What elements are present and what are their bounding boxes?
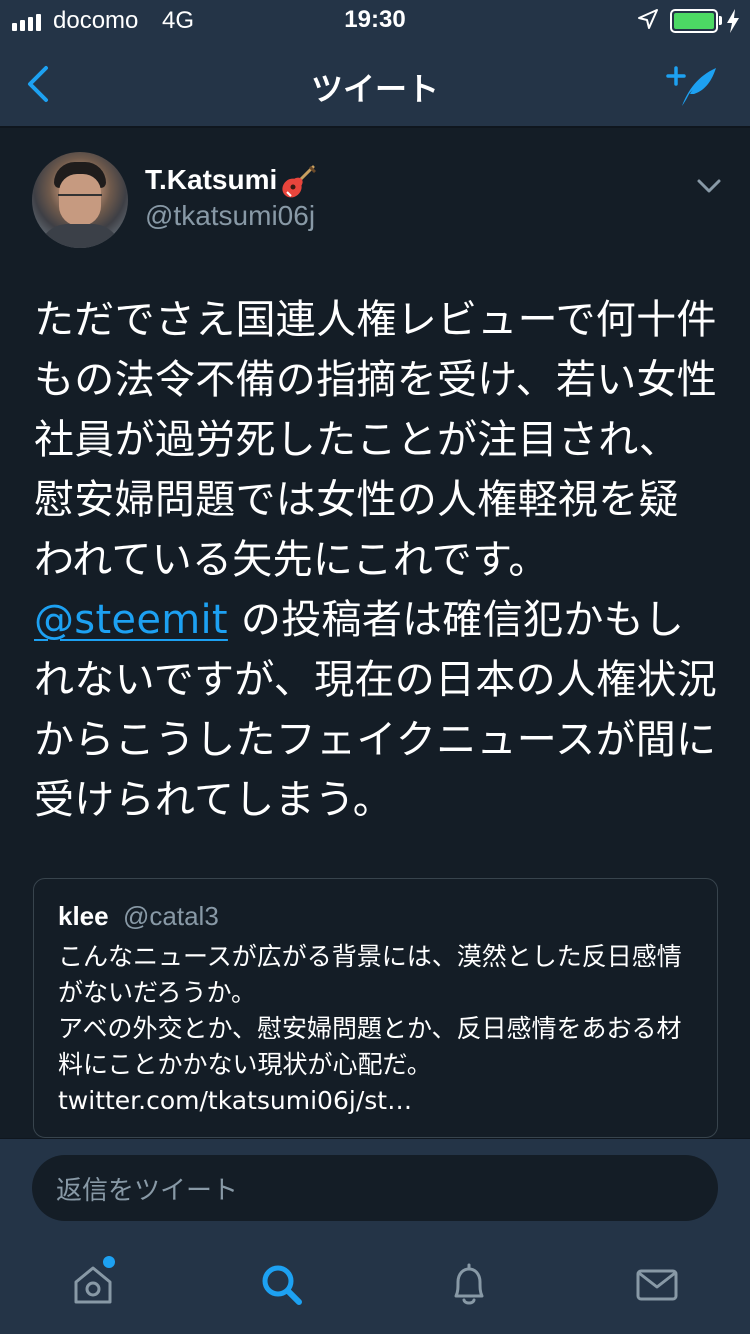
notification-dot	[103, 1256, 115, 1268]
mail-icon	[636, 1269, 678, 1301]
author-handle[interactable]: @tkatsumi06j	[145, 200, 315, 232]
battery-level-fill	[674, 13, 714, 29]
status-bar: docomo 4G 19:30	[0, 0, 750, 42]
tab-search[interactable]	[257, 1260, 307, 1310]
page-title: ツイート	[310, 70, 439, 108]
quoted-tweet-text: こんなニュースが広がる背景には、漠然とした反日感情がないだろうか。 アベの外交と…	[58, 942, 682, 1115]
tweet-options-button[interactable]	[694, 174, 724, 198]
tab-bar	[0, 1240, 750, 1334]
author-name[interactable]: T.Katsumi	[145, 164, 277, 196]
reply-placeholder: 返信をツイート	[56, 1175, 239, 1206]
chevron-down-icon	[697, 179, 721, 193]
quoted-author-handle: @catal3	[123, 901, 219, 931]
tweet-text-part: ただでさえ国連人権レビューで何十件もの法令不備の指摘を受け、若い女性社員が過労死…	[34, 297, 718, 583]
navigation-bar: ツイート	[0, 42, 750, 128]
guitar-icon	[282, 165, 316, 198]
mention-link[interactable]: @steemit	[34, 597, 228, 643]
tab-messages[interactable]	[632, 1260, 682, 1310]
quoted-tweet-card[interactable]: klee @catal3 こんなニュースが広がる背景には、漠然とした反日感情がな…	[33, 878, 718, 1138]
bell-icon	[454, 1263, 484, 1305]
compose-tweet-button[interactable]	[664, 60, 724, 112]
location-arrow-icon	[638, 9, 658, 29]
reply-bar: 返信をツイート	[0, 1138, 750, 1240]
reply-input[interactable]: 返信をツイート	[32, 1155, 718, 1221]
avatar[interactable]	[32, 152, 128, 248]
quoted-author-name: klee	[58, 901, 109, 931]
compose-tweet-icon	[666, 66, 716, 106]
search-icon	[262, 1265, 302, 1305]
tweet-text: ただでさえ国連人権レビューで何十件もの法令不備の指摘を受け、若い女性社員が過労死…	[34, 290, 718, 830]
charging-bolt-icon	[727, 9, 739, 33]
battery-tip	[719, 16, 722, 25]
battery-icon	[670, 9, 718, 33]
tab-notifications[interactable]	[444, 1260, 494, 1310]
